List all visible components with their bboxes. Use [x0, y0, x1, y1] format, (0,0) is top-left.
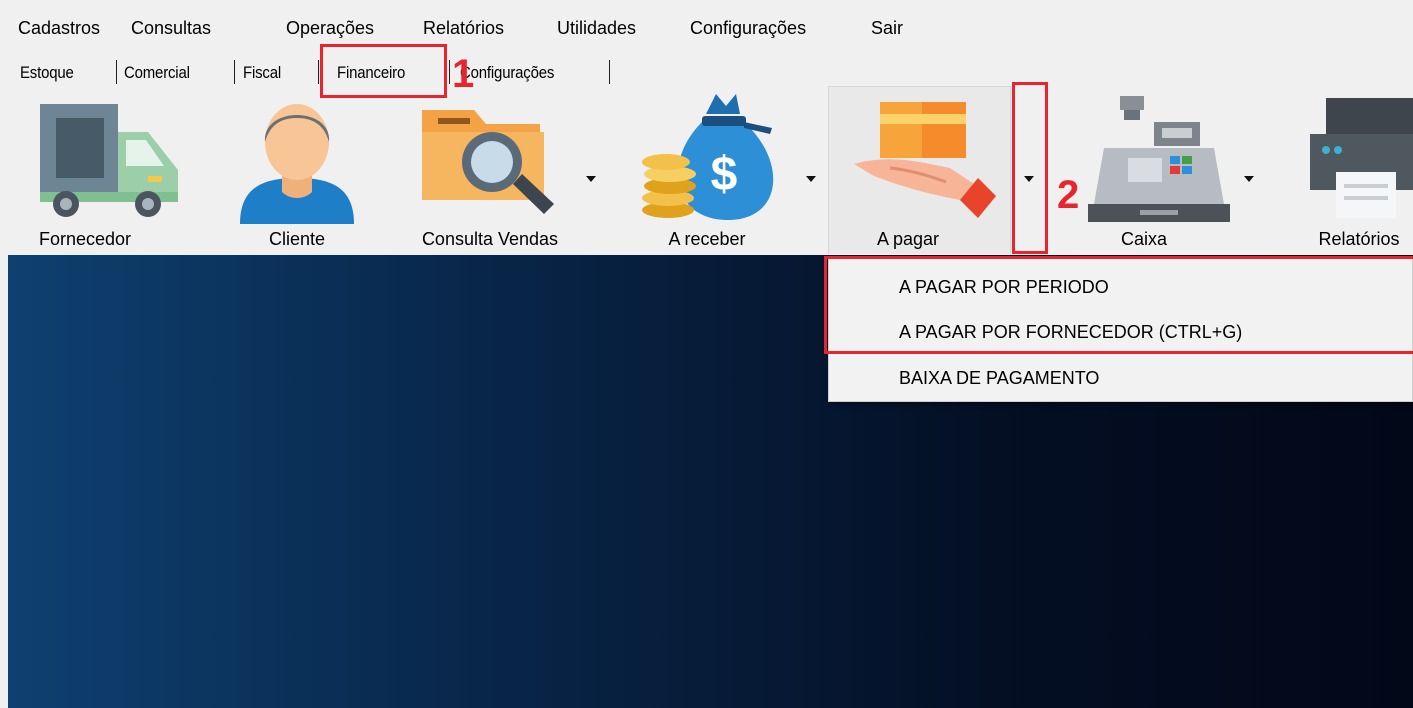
chevron-down-icon[interactable]: [586, 176, 596, 182]
a-pagar-label: A pagar: [876, 229, 940, 249]
annotation-box-financeiro: [320, 44, 447, 98]
consulta-vendas-label: Consulta Vendas: [421, 229, 559, 249]
annotation-marker-2: 2: [1057, 173, 1080, 217]
a-receber-label: A receber: [668, 229, 746, 249]
a-receber-button[interactable]: $ A receber: [622, 84, 822, 254]
menu-bar: Cadastros Consultas Operações Relatórios…: [0, 0, 1413, 40]
a-pagar-button[interactable]: A pagar: [828, 84, 1011, 254]
tab-comercial[interactable]: Comercial: [124, 63, 190, 83]
relatorios-label: Relatórios: [1318, 229, 1400, 249]
fornecedor-button[interactable]: Fornecedor: [18, 84, 188, 254]
chevron-down-icon[interactable]: [1244, 176, 1254, 182]
caixa-button[interactable]: Caixa: [1060, 84, 1260, 254]
menu-utilidades[interactable]: Utilidades: [557, 17, 636, 39]
toolbar: Fornecedor Cliente Consulta Vendas $ A r…: [0, 84, 1413, 254]
chevron-down-icon[interactable]: [806, 176, 816, 182]
consulta-vendas-button[interactable]: Consulta Vendas: [390, 84, 610, 254]
menu-sair[interactable]: Sair: [871, 17, 903, 39]
tab-divider: [449, 60, 450, 86]
tab-divider: [318, 60, 319, 86]
cash-register-icon: [1088, 96, 1230, 222]
truck-icon: [40, 104, 178, 217]
card-payment-icon: [854, 102, 996, 218]
tab-estoque[interactable]: Estoque: [20, 63, 74, 83]
fornecedor-label: Fornecedor: [38, 229, 132, 249]
user-icon: [240, 104, 354, 224]
printer-icon: [1310, 98, 1413, 218]
tab-fiscal[interactable]: Fiscal: [243, 63, 281, 83]
annotation-box-dropdown-arrow: [1012, 82, 1048, 254]
annotation-box-dropdown-items: [824, 256, 1413, 354]
relatorios-button[interactable]: Relatórios: [1296, 84, 1413, 254]
menu-operacoes[interactable]: Operações: [286, 17, 374, 39]
folder-search-icon: [422, 110, 554, 214]
window-edge: [0, 255, 8, 708]
tab-divider: [234, 60, 235, 86]
menu-consultas[interactable]: Consultas: [131, 17, 211, 39]
tab-divider: [116, 60, 117, 86]
cliente-button[interactable]: Cliente: [212, 84, 382, 254]
caixa-label: Caixa: [1120, 229, 1168, 249]
menu-cadastros[interactable]: Cadastros: [18, 17, 100, 39]
menu-item-baixa-de-pagamento[interactable]: BAIXA DE PAGAMENTO: [899, 367, 1099, 389]
menu-configuracoes[interactable]: Configurações: [690, 17, 806, 39]
svg-text:$: $: [711, 148, 738, 201]
menu-relatorios[interactable]: Relatórios: [423, 17, 504, 39]
money-bag-icon: $: [642, 94, 774, 220]
cliente-label: Cliente: [268, 229, 326, 249]
annotation-marker-1: 1: [452, 52, 475, 96]
tab-divider: [609, 60, 610, 86]
